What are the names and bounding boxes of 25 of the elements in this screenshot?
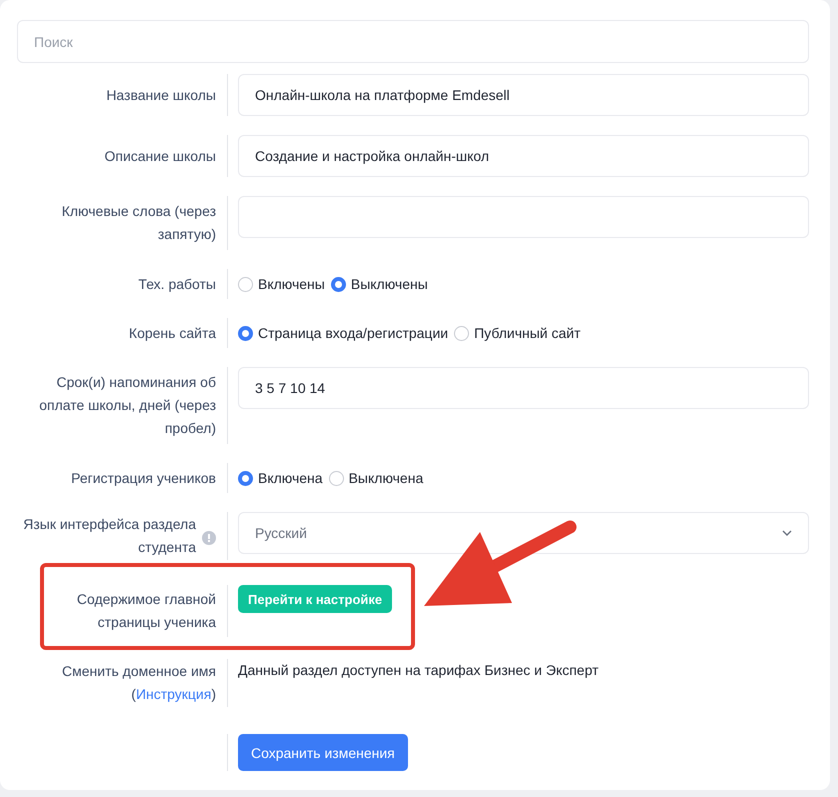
field-label: Описание школы: [104, 146, 216, 166]
radio-option[interactable]: Публичный сайт: [454, 325, 581, 341]
field-label: Регистрация учеников: [71, 468, 216, 488]
radio-option[interactable]: Страница входа/регистрации: [238, 325, 448, 341]
text-field[interactable]: 3 5 7 10 14: [238, 367, 809, 409]
radio-option[interactable]: Включены: [238, 276, 325, 292]
field-label: Язык интерфейса раздела студента: [23, 515, 196, 557]
plan-notice: Данный раздел доступен на тарифах Бизнес и Эксперт: [238, 661, 598, 680]
field-label: Сменить доменное имя (Инструкция): [62, 662, 216, 704]
instruction-link[interactable]: Инструкция: [136, 686, 212, 702]
field-label: Срок(и) напоминания об оплате школы, дней (через пробел): [39, 373, 216, 438]
field-label: Название школы: [106, 86, 216, 104]
text-field[interactable]: Создание и настройка онлайн-школ: [238, 135, 809, 177]
chevron-down-icon: [782, 530, 792, 536]
radio-option[interactable]: Включена: [238, 470, 323, 486]
save-button[interactable]: Сохранить изменения: [238, 734, 408, 771]
search-field[interactable]: Поиск: [17, 20, 809, 63]
field-label: Тех. работы: [138, 274, 216, 294]
field-label: Содержимое главной страницы ученика: [76, 590, 216, 632]
text-field[interactable]: Онлайн-школа на платформе Emdesell: [238, 74, 809, 116]
field-label: Ключевые слова (через запятую): [62, 202, 216, 244]
radio-option[interactable]: Выключена: [328, 470, 424, 486]
language-select[interactable]: Русский: [238, 512, 809, 554]
radio-option[interactable]: Выключены: [330, 276, 428, 292]
field-label: Корень сайта: [128, 324, 216, 343]
